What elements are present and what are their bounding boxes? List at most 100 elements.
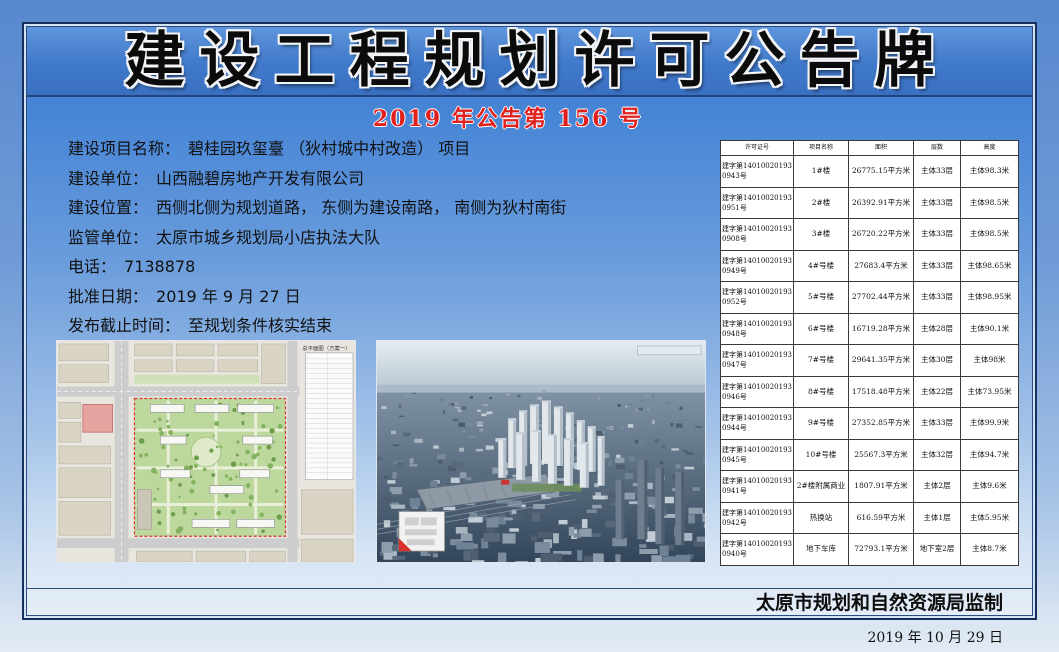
city-block: [409, 458, 414, 464]
cell-floor-area: 26392.91平方米: [848, 186, 914, 219]
tree: [178, 483, 182, 487]
green-strip: [134, 374, 260, 384]
city-block: [547, 394, 551, 396]
city-block: [469, 396, 473, 399]
surrounding-block: [58, 467, 111, 498]
permit-row: 建字第140100201930943号 1#楼 26775.15平方米 主体33层 主体…: [720, 155, 1019, 188]
city-block: [398, 404, 402, 408]
city-block: [581, 519, 588, 528]
city-block: [608, 460, 612, 466]
tree: [219, 445, 223, 449]
city-block: [542, 390, 546, 392]
city-block: [659, 461, 664, 465]
city-block: [482, 404, 489, 406]
city-block: [513, 513, 524, 521]
cell-floor-count: 主体33层: [913, 249, 961, 282]
surrounding-block: [134, 343, 173, 357]
city-block: [392, 471, 397, 479]
city-block: [682, 449, 688, 453]
city-block: [504, 517, 513, 521]
surrounding-block: [175, 359, 215, 373]
city-block: [492, 467, 499, 474]
city-block: [537, 396, 542, 400]
city-block: [600, 507, 613, 511]
city-block: [470, 549, 479, 560]
tree: [275, 406, 279, 410]
tree: [189, 488, 195, 494]
tree: [271, 457, 276, 462]
city-block: [392, 444, 400, 447]
city-block: [688, 507, 703, 514]
city-block: [586, 509, 597, 514]
city-block: [661, 444, 666, 449]
midrise-building-shade: [644, 459, 648, 540]
field-location: 建设位置： 西侧北侧为规划道路， 东侧为建设南路， 南侧为狄村南街: [68, 193, 688, 223]
city-block: [476, 422, 484, 425]
header-building-height: 高度: [960, 140, 1019, 156]
tree: [211, 473, 216, 478]
site-plan-caption: 总平面图（方案一）: [302, 344, 350, 352]
cell-floor-area: 616.59平方米: [848, 501, 914, 534]
tree: [248, 502, 253, 507]
cell-permit-number: 建字第140100201930948号: [720, 312, 794, 345]
tree: [157, 521, 162, 526]
tree: [239, 462, 243, 466]
cell-building-height: 主体73.95米: [960, 375, 1019, 408]
tree: [235, 453, 239, 457]
tree: [170, 512, 176, 517]
city-block: [624, 472, 634, 480]
tree: [153, 497, 157, 501]
cell-floor-count: 主体30层: [913, 344, 961, 377]
cell-permit-number: 建字第140100201930947号: [720, 344, 794, 377]
city-block: [703, 457, 705, 464]
tree: [161, 445, 166, 450]
site-plan-image: 总平面图（方案一）: [56, 340, 356, 563]
permit-row: 建字第140100201930940号 地下车库 72793.1平方米 地下室2层 主体…: [720, 533, 1019, 566]
tree: [166, 464, 170, 468]
city-block: [638, 407, 643, 411]
city-block: [540, 553, 559, 562]
city-block: [695, 425, 703, 429]
cell-building-height: 主体98.5米: [960, 218, 1019, 251]
tree: [138, 438, 145, 444]
cell-permit-number: 建字第140100201930949号: [720, 249, 794, 282]
city-block: [616, 464, 625, 470]
city-block: [489, 396, 493, 400]
city-block: [437, 454, 446, 460]
tree: [214, 420, 220, 427]
tree: [178, 495, 181, 499]
cell-project-name: 9#号楼: [793, 407, 849, 440]
city-block: [558, 519, 568, 525]
surrounding-block: [249, 550, 286, 562]
city-block: [530, 535, 538, 542]
cell-floor-count: 主体33层: [913, 281, 961, 314]
residential-tower-shade: [522, 432, 526, 480]
city-block: [454, 402, 459, 406]
city-block: [403, 432, 411, 437]
field-value: 2019 年 9 月 27 日: [156, 286, 301, 306]
tree: [266, 444, 272, 450]
cell-project-name: 6#号楼: [793, 312, 849, 345]
pink-building: [82, 404, 114, 433]
city-block: [420, 389, 423, 392]
city-block: [591, 533, 602, 538]
cell-permit-number: 建字第140100201930943号: [720, 155, 794, 188]
city-block: [481, 413, 487, 417]
city-block: [403, 404, 409, 408]
city-block: [498, 512, 506, 517]
cell-floor-area: 26720.22平方米: [848, 218, 914, 251]
city-block: [532, 512, 541, 522]
cell-project-name: 地下车库: [793, 533, 849, 566]
cell-permit-number: 建字第140100201930942号: [720, 501, 794, 534]
permit-row: 建字第140100201930944号 9#号楼 27352.85平方米 主体33层主…: [720, 407, 1019, 440]
city-block: [482, 470, 487, 475]
city-block: [459, 447, 464, 452]
city-block: [693, 407, 700, 410]
city-block: [479, 428, 484, 432]
city-block: [625, 405, 628, 408]
residential-tower-shade: [553, 434, 557, 484]
field-label: 批准日期：: [68, 286, 149, 306]
city-block: [639, 440, 644, 446]
permit-row: 建字第140100201930941号 2#楼附属商业 1807.91平方米 主体2层…: [720, 470, 1019, 503]
tree: [230, 509, 236, 515]
